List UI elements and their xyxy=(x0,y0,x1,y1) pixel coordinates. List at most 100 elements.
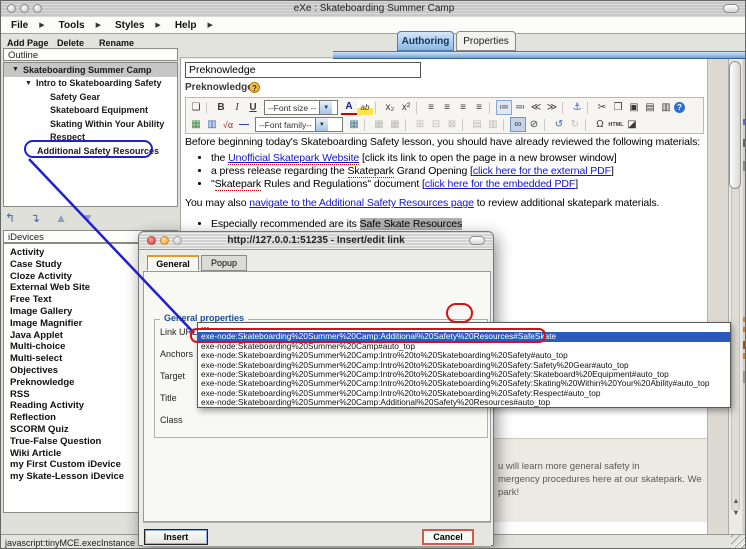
separator[interactable] xyxy=(375,101,380,114)
separator[interactable] xyxy=(489,101,494,114)
bullet-list-icon[interactable]: ≔ xyxy=(496,100,512,115)
scroll-up-icon[interactable]: ▲ xyxy=(731,498,741,505)
italic-icon[interactable]: I xyxy=(229,100,245,115)
bold-icon[interactable]: B xyxy=(213,100,229,115)
insert-image-icon[interactable]: ▦ xyxy=(188,117,204,132)
page-title-input[interactable] xyxy=(185,62,421,78)
cleanup-icon[interactable]: ◪ xyxy=(624,117,640,132)
tab-authoring[interactable]: Authoring xyxy=(397,31,454,51)
embedded-pdf-link[interactable]: click here for the embedded PDF xyxy=(425,178,576,190)
dialog-tab-popup[interactable]: Popup xyxy=(201,255,247,271)
indent-icon[interactable]: ≫ xyxy=(544,100,560,115)
anchor-option[interactable]: exe-node:Skateboarding%20Summer%20Camp:I… xyxy=(198,370,730,379)
omega-icon[interactable]: Ω xyxy=(592,117,608,132)
font-size-select[interactable]: --Font size -- ▼ xyxy=(264,100,338,115)
menu-tools[interactable]: Tools ▶ xyxy=(59,20,101,31)
anchor-option[interactable]: --- xyxy=(198,323,730,332)
scrollbar-thumb[interactable] xyxy=(729,61,741,189)
anchor-option[interactable]: exe-node:Skateboarding%20Summer%20Camp:I… xyxy=(198,351,730,360)
tab-properties[interactable]: Properties xyxy=(456,31,516,51)
separator[interactable] xyxy=(562,101,567,114)
highlight-icon[interactable]: ab xyxy=(357,100,373,115)
horizontal-rule-icon[interactable]: — xyxy=(236,117,252,132)
scroll-down-icon[interactable]: ▼ xyxy=(731,510,741,517)
menu-help[interactable]: Help ▶ xyxy=(175,20,213,31)
split-cells-icon[interactable]: ▤ xyxy=(469,117,485,132)
move-node-down-icon[interactable]: ▼ xyxy=(82,211,94,227)
promote-node-icon[interactable]: ↰ xyxy=(5,211,15,227)
tree-item-skateboard-equipment[interactable]: Skateboard Equipment xyxy=(4,104,177,118)
separator[interactable] xyxy=(405,118,410,131)
formula-icon[interactable]: √α xyxy=(220,117,236,132)
undo-icon[interactable]: ↺ xyxy=(551,117,567,132)
table-row-props-icon[interactable]: ▦ xyxy=(371,117,387,132)
resize-grip[interactable] xyxy=(731,535,745,548)
separator[interactable] xyxy=(206,101,211,114)
outdent-icon[interactable]: ≪ xyxy=(528,100,544,115)
menu-file[interactable]: File ▶ xyxy=(11,20,45,31)
anchor-option[interactable]: exe-node:Skateboarding%20Summer%20Camp:I… xyxy=(198,379,730,388)
table-cell-props-icon[interactable]: ▦ xyxy=(387,117,403,132)
tree-item-safety-gear[interactable]: Safety Gear xyxy=(4,90,177,104)
anchor-option[interactable]: exe-node:Skateboarding%20Summer%20Camp:A… xyxy=(198,332,730,342)
insert-link-icon[interactable]: ∞ xyxy=(510,117,526,132)
separator[interactable] xyxy=(462,118,467,131)
align-right-icon[interactable]: ≡ xyxy=(455,100,471,115)
delete-page-button[interactable]: Delete xyxy=(57,38,84,48)
font-color-icon[interactable]: A xyxy=(341,101,357,115)
anchor-icon[interactable]: ⚓ xyxy=(569,100,585,115)
separator[interactable] xyxy=(416,101,421,114)
separator[interactable] xyxy=(544,118,549,131)
tree-expand-icon[interactable]: ▼ xyxy=(12,66,19,73)
idevice-help-icon[interactable]: ? xyxy=(249,82,260,93)
delete-row-icon[interactable]: ⊟ xyxy=(428,117,444,132)
tree-item-respect[interactable]: Respect xyxy=(4,131,177,145)
tree-item-skating-within-your-ability[interactable]: Skating Within Your Ability xyxy=(4,117,177,131)
subscript-icon[interactable]: x₂ xyxy=(382,100,398,115)
menu-styles[interactable]: Styles ▶ xyxy=(115,20,161,31)
align-justify-icon[interactable]: ≡ xyxy=(471,100,487,115)
align-left-icon[interactable]: ≡ xyxy=(423,100,439,115)
anchor-option[interactable]: exe-node:Skateboarding%20Summer%20Camp:I… xyxy=(198,389,730,398)
move-node-up-icon[interactable]: ▲ xyxy=(55,211,67,227)
tree-item-intro-to-skateboarding-safety[interactable]: ▼ Intro to Skateboarding Safety xyxy=(4,77,177,91)
superscript-icon[interactable]: x² xyxy=(398,100,414,115)
demote-node-icon[interactable]: ↴ xyxy=(30,211,40,227)
font-family-select[interactable]: --Font family-- ▼ xyxy=(255,117,343,132)
separator[interactable] xyxy=(585,118,590,131)
external-pdf-link[interactable]: click here for the external PDF xyxy=(473,165,611,177)
collapse-dialog-icon[interactable] xyxy=(469,236,485,245)
insert-row-icon[interactable]: ⊞ xyxy=(412,117,428,132)
anchor-option[interactable]: exe-node:Skateboarding%20Summer%20Camp#a… xyxy=(198,342,730,351)
underline-icon[interactable]: U xyxy=(245,100,261,115)
anchor-option[interactable]: exe-node:Skateboarding%20Summer%20Camp:I… xyxy=(198,361,730,370)
paste-icon[interactable]: ▣ xyxy=(626,100,642,115)
separator[interactable] xyxy=(587,101,592,114)
separator[interactable] xyxy=(503,118,508,131)
anchor-option[interactable]: exe-node:Skateboarding%20Summer%20Camp:A… xyxy=(198,398,730,407)
insert-button[interactable]: Insert xyxy=(144,529,208,545)
redo-icon[interactable]: ↻ xyxy=(567,117,583,132)
table-edit-icon[interactable]: ▦ xyxy=(346,117,362,132)
paste-text-icon[interactable]: ▤ xyxy=(642,100,658,115)
unofficial-skatepark-website-link[interactable]: Unofficial Skatepark Website xyxy=(228,152,359,165)
tree-item-skateboarding-summer-camp[interactable]: ▼ Skateboarding Summer Camp xyxy=(4,63,177,77)
align-center-icon[interactable]: ≡ xyxy=(439,100,455,115)
tree-expand-icon[interactable]: ▼ xyxy=(25,80,32,87)
new-document-icon[interactable]: ❏ xyxy=(188,100,204,115)
rename-page-button[interactable]: Rename xyxy=(99,38,134,48)
add-page-button[interactable]: Add Page xyxy=(7,38,49,48)
paste-word-icon[interactable]: ▥ xyxy=(658,100,674,115)
merge-cells-icon[interactable]: ▥ xyxy=(485,117,501,132)
dialog-tab-general[interactable]: General xyxy=(147,255,199,271)
additional-safety-resources-link[interactable]: navigate to the Additional Safety Resour… xyxy=(249,197,474,209)
cancel-button[interactable]: Cancel xyxy=(422,529,474,545)
insert-media-icon[interactable]: ▥ xyxy=(204,117,220,132)
delete-col-icon[interactable]: ⊠ xyxy=(444,117,460,132)
cut-icon[interactable]: ✂ xyxy=(594,100,610,115)
help-icon[interactable]: ? xyxy=(674,102,685,113)
collapse-window-icon[interactable] xyxy=(723,4,739,13)
numbered-list-icon[interactable]: ≕ xyxy=(512,100,528,115)
unlink-icon[interactable]: ⊘ xyxy=(526,117,542,132)
html-source-icon[interactable]: HTML xyxy=(608,117,624,132)
